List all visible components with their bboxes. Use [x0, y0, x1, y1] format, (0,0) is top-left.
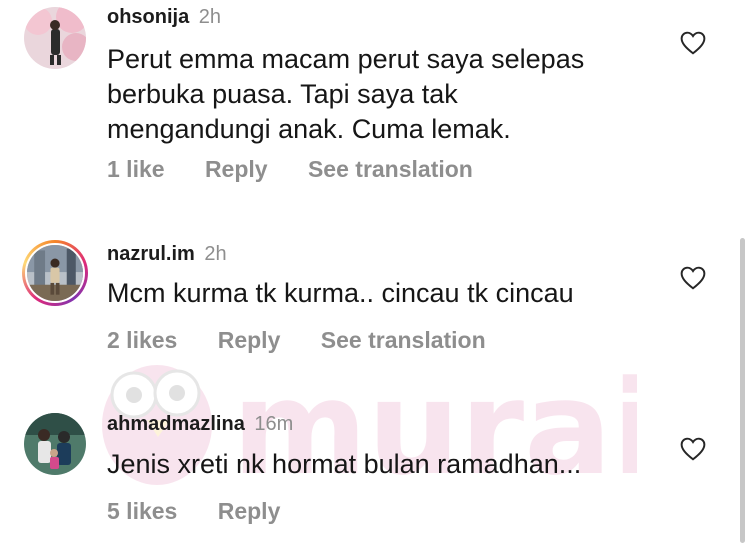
comment-username[interactable]: ahmadmazlina	[107, 413, 245, 435]
reply-button[interactable]: Reply	[218, 498, 281, 524]
comment-text-line: Mcm kurma tk kurma.. cincau tk cincau	[107, 278, 574, 308]
comment-text: Perut emma macam perut saya selepas berb…	[107, 42, 667, 147]
avatar-story-ring[interactable]	[22, 240, 88, 306]
see-translation-button[interactable]: See translation	[321, 327, 486, 353]
reply-button[interactable]: Reply	[205, 156, 268, 182]
likes-count[interactable]: 5 likes	[107, 498, 177, 524]
comment-time: 2h	[204, 243, 227, 265]
scrollbar[interactable]	[740, 238, 745, 543]
comment-time: 16m	[254, 413, 294, 435]
comment-username[interactable]: ohsonija	[107, 6, 189, 28]
avatar[interactable]	[24, 7, 86, 69]
comment-username[interactable]: nazrul.im	[107, 243, 195, 265]
comment-text-line: berbuka puasa. Tapi saya tak	[107, 79, 458, 109]
comment-text-line: Perut emma macam perut saya selepas	[107, 44, 585, 74]
comment-time: 2h	[198, 6, 222, 28]
comment-text: Jenis xreti nk hormat bulan ramadhan...	[107, 447, 667, 482]
reply-button[interactable]: Reply	[218, 327, 281, 353]
comment-text-line: mengandungi anak. Cuma lemak.	[107, 114, 511, 144]
likes-count[interactable]: 2 likes	[107, 327, 177, 353]
see-translation-button[interactable]: See translation	[308, 156, 473, 182]
comment-text: Mcm kurma tk kurma.. cincau tk cincau	[107, 276, 667, 311]
avatar[interactable]	[24, 413, 86, 475]
likes-count[interactable]: 1 like	[107, 156, 165, 182]
heart-outline-icon[interactable]	[680, 437, 706, 461]
comment-text-line: Jenis xreti nk hormat bulan ramadhan...	[107, 449, 582, 479]
heart-outline-icon[interactable]	[680, 31, 706, 55]
heart-outline-icon[interactable]	[680, 266, 706, 290]
